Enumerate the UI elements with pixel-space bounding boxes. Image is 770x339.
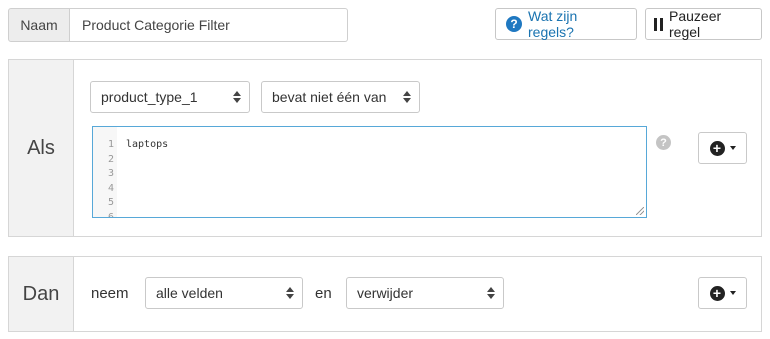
line-number: 1 (107, 139, 114, 150)
caret-down-icon (729, 291, 736, 295)
action-type-select[interactable]: verwijder (346, 277, 504, 309)
and-label: en (315, 285, 332, 302)
condition-operator-value: bevat niet één van (272, 89, 387, 105)
line-number: 5 (107, 197, 114, 209)
question-circle-icon: ? (506, 16, 522, 32)
select-arrows-icon (233, 91, 241, 103)
what-are-rules-button[interactable]: ? Wat zijn regels? (495, 8, 637, 40)
plus-circle-icon: + (709, 285, 725, 301)
rule-name-group: Naam Product Categorie Filter (8, 8, 348, 42)
select-arrows-icon (286, 287, 294, 299)
take-label: neem (91, 285, 129, 302)
line-number: 6 (107, 211, 114, 218)
select-arrows-icon (403, 91, 411, 103)
rule-name-input[interactable]: Product Categorie Filter (70, 8, 348, 42)
pause-icon (654, 17, 663, 31)
select-arrows-icon (487, 287, 495, 299)
pause-rule-button[interactable]: Pauzeer regel (645, 8, 762, 40)
condition-label: Als (9, 60, 74, 236)
line-number: 3 (107, 168, 114, 180)
plus-circle-icon: + (709, 140, 725, 156)
add-condition-button[interactable]: + (698, 132, 747, 164)
resize-handle-icon[interactable] (636, 207, 644, 215)
what-are-rules-label: Wat zijn regels? (528, 8, 578, 40)
action-fields-select[interactable]: alle velden (145, 277, 303, 309)
condition-panel: Als product_type_1 bevat niet één van 1 … (8, 59, 762, 237)
editor-code-line: laptops (126, 139, 169, 150)
line-number: 4 (107, 182, 114, 194)
action-fields-value: alle velden (156, 285, 223, 301)
line-number: 2 (107, 153, 114, 165)
name-label: Naam (8, 8, 70, 42)
caret-down-icon (729, 146, 736, 150)
condition-operator-select[interactable]: bevat niet één van (261, 81, 420, 113)
editor-line-numbers: 1 2 3 4 5 6 (93, 127, 117, 217)
action-panel: Dan neem alle velden en verwijder + (8, 256, 762, 332)
pause-rule-label: Pauzeer regel (669, 8, 722, 40)
add-action-button[interactable]: + (698, 277, 747, 309)
action-type-value: verwijder (357, 285, 414, 301)
help-icon[interactable]: ? (656, 135, 671, 150)
condition-field-select[interactable]: product_type_1 (90, 81, 250, 113)
condition-values-editor[interactable]: 1 2 3 4 5 6 laptops (92, 126, 647, 218)
action-label: Dan (9, 257, 74, 331)
condition-field-value: product_type_1 (101, 89, 198, 105)
